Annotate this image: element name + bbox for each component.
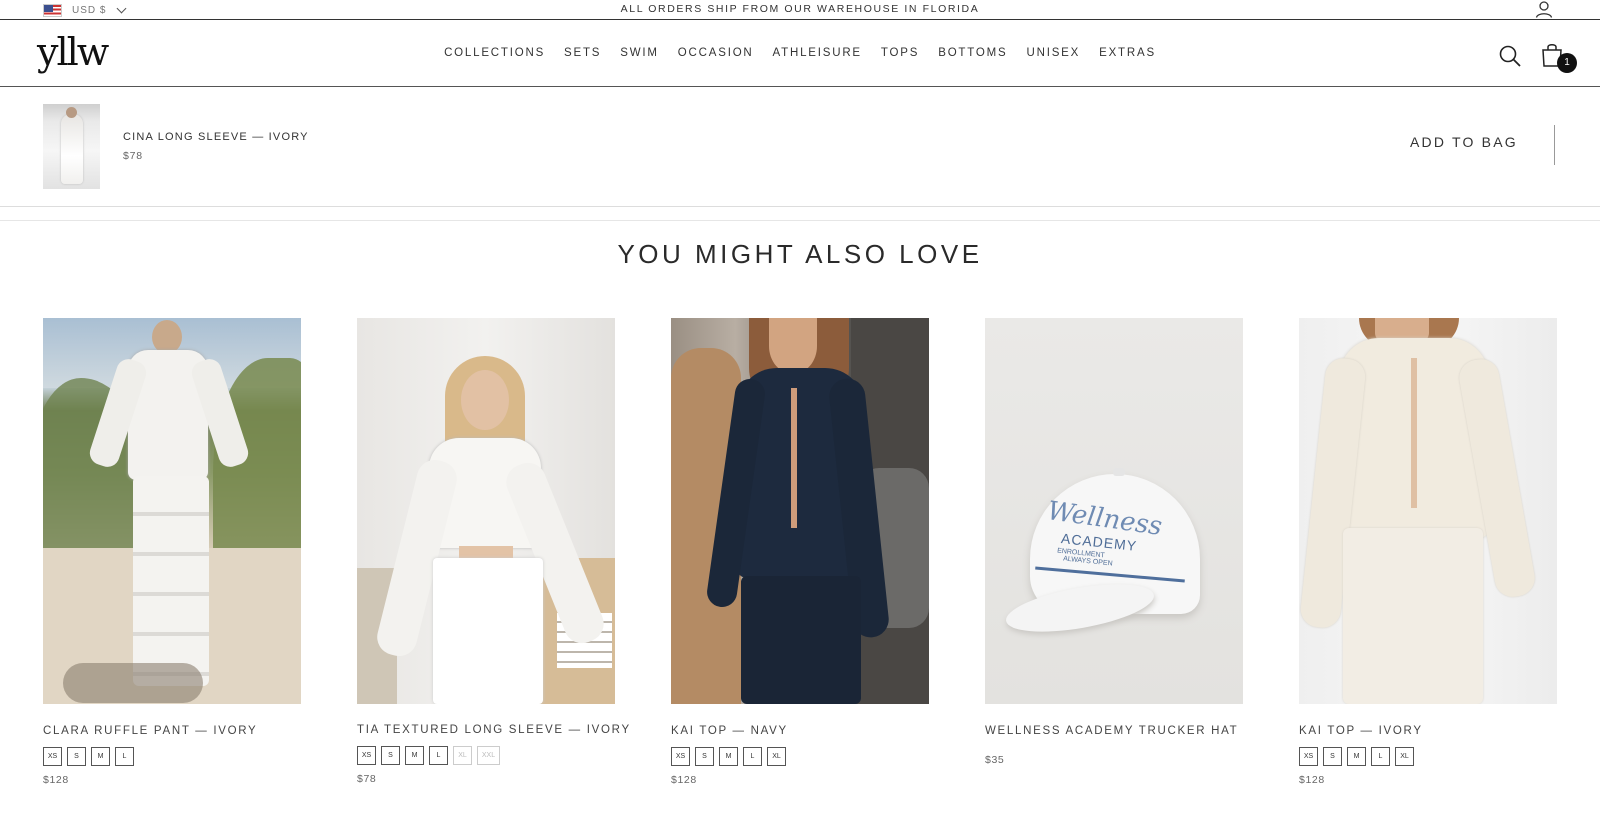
product-name[interactable]: TIA TEXTURED LONG SLEEVE — IVORY [357,724,631,736]
product-name[interactable]: KAI TOP — NAVY [671,725,788,737]
product-card[interactable]: TIA TEXTURED LONG SLEEVE — IVORY XS S M … [357,318,629,785]
size-option[interactable]: L [115,747,134,766]
nav-item-tops[interactable]: TOPS [881,47,919,59]
size-options: XS S M L XL [1299,747,1414,766]
nav-item-swim[interactable]: SWIM [620,47,659,59]
divider [1554,125,1555,165]
size-options: XS S M L [43,747,134,766]
size-option[interactable]: M [405,746,424,765]
size-options: XS S M L XL [671,747,786,766]
size-option[interactable]: M [719,747,738,766]
section-title: YOU MIGHT ALSO LOVE [617,239,983,269]
size-option[interactable]: XS [43,747,62,766]
size-option[interactable]: L [429,746,448,765]
size-option[interactable]: XL [1395,747,1414,766]
nav-item-bottoms[interactable]: BOTTOMS [938,47,1007,59]
size-option[interactable]: XL [767,747,786,766]
nav-item-collections[interactable]: COLLECTIONS [444,47,545,59]
main-nav: COLLECTIONS SETS SWIM OCCASION ATHLEISUR… [0,47,1600,59]
product-name[interactable]: WELLNESS ACADEMY TRUCKER HAT [985,725,1238,737]
size-options: XS S M L XL XXL [357,746,500,765]
product-card[interactable]: KAI TOP — NAVY XS S M L XL $128 [671,318,929,786]
site-header: yllw COLLECTIONS SETS SWIM OCCASION ATHL… [0,20,1600,87]
announcement-message: ALL ORDERS SHIP FROM OUR WAREHOUSE IN FL… [620,3,980,15]
size-option[interactable]: XS [357,746,376,765]
size-option[interactable]: L [1371,747,1390,766]
product-card[interactable]: KAI TOP — IVORY XS S M L XL $128 [1299,318,1557,786]
size-option[interactable]: S [1323,747,1342,766]
size-option-unavailable[interactable]: XXL [477,746,500,765]
nav-item-unisex[interactable]: UNISEX [1026,47,1080,59]
product-price: $78 [357,773,377,785]
product-price: $128 [1299,774,1325,786]
product-price: $128 [671,774,697,786]
product-name[interactable]: CLARA RUFFLE PANT — IVORY [43,725,257,737]
nav-item-occasion[interactable]: OCCASION [678,47,754,59]
nav-item-athleisure[interactable]: ATHLEISURE [773,47,862,59]
product-name[interactable]: KAI TOP — IVORY [1299,725,1423,737]
announcement-bar: USD $ ALL ORDERS SHIP FROM OUR WAREHOUSE… [0,0,1600,20]
sticky-product-price: $78 [123,150,143,162]
product-image[interactable]: Wellness ACADEMY ENROLLMENT ALWAYS OPEN [985,318,1243,704]
product-image[interactable] [43,318,301,704]
product-card[interactable]: CLARA RUFFLE PANT — IVORY XS S M L $128 [43,318,301,786]
product-image[interactable] [671,318,929,704]
size-option[interactable]: XS [671,747,690,766]
product-card[interactable]: Wellness ACADEMY ENROLLMENT ALWAYS OPEN … [985,318,1243,766]
cart-count-badge: 1 [1557,53,1577,73]
size-option[interactable]: L [743,747,762,766]
size-option[interactable]: M [91,747,110,766]
sticky-product-name: CINA LONG SLEEVE — IVORY [123,131,309,143]
nav-item-sets[interactable]: SETS [564,47,601,59]
size-option-unavailable[interactable]: XL [453,746,472,765]
divider [0,220,1600,221]
sticky-add-to-bag-bar: CINA LONG SLEEVE — IVORY $78 ADD TO BAG [0,87,1600,207]
user-icon[interactable] [1535,0,1553,18]
size-option[interactable]: S [381,746,400,765]
nav-item-extras[interactable]: EXTRAS [1099,47,1156,59]
product-image[interactable] [357,318,615,704]
size-option[interactable]: XS [1299,747,1318,766]
product-price: $128 [43,774,69,786]
product-price: $35 [985,754,1005,766]
size-option[interactable]: S [695,747,714,766]
add-to-bag-button[interactable]: ADD TO BAG [1410,134,1518,150]
size-option[interactable]: S [67,747,86,766]
product-thumbnail [43,104,100,189]
product-image[interactable] [1299,318,1557,704]
search-icon[interactable] [1498,44,1522,68]
size-option[interactable]: M [1347,747,1366,766]
